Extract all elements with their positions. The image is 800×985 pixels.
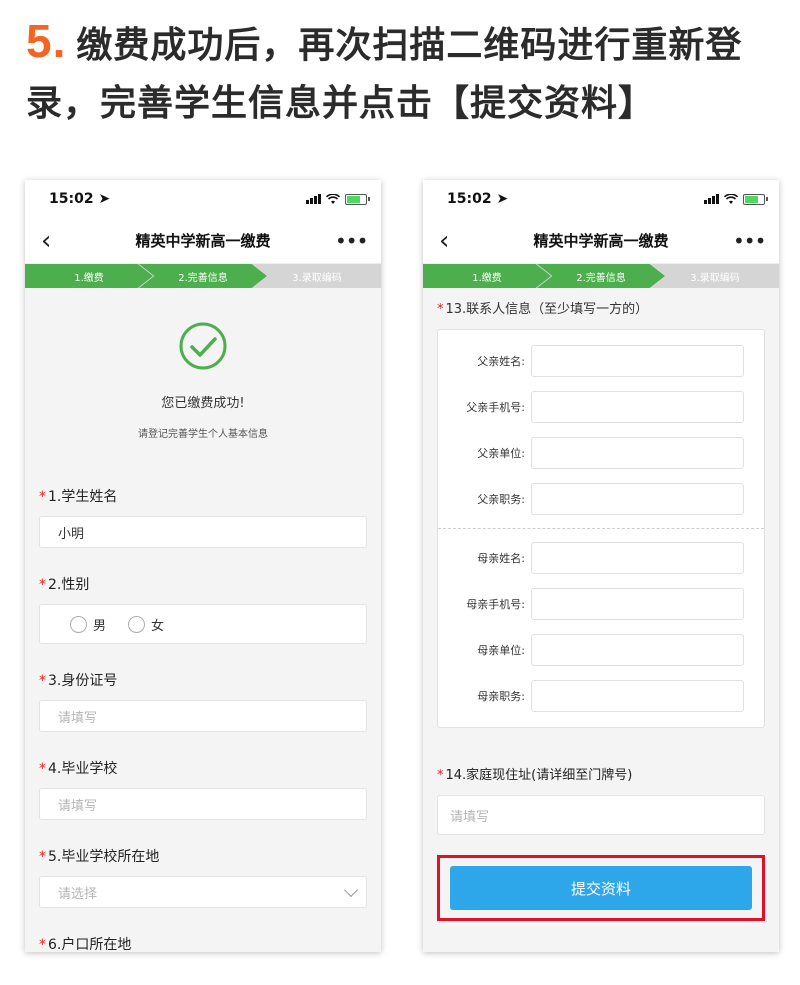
status-icons [306,193,370,205]
phone-screenshot-left: 15:02 ➤ ‹ 精英中学新高一缴费 ••• 1.缴费 2.完善信息 3.录取… [25,180,381,952]
required-asterisk: * [39,673,46,689]
required-asterisk: * [39,849,46,865]
field-label: 1.学生姓名 [48,489,118,505]
mother-name-input[interactable] [531,542,744,574]
instruction-text: 缴费成功后，再次扫描二维码进行重新登录，完善学生信息并点击【提交资料】 [26,25,743,124]
gender-radio-group: 男 女 [39,604,367,644]
step-complete-info: 2.完善信息 [537,264,665,288]
page-title: 精英中学新高一缴费 [533,232,669,250]
required-asterisk: * [39,761,46,777]
home-address-input[interactable]: 请填写 [437,795,765,835]
field-label: 3.身份证号 [48,673,118,689]
location-arrow-icon: ➤ [98,191,111,207]
field-label: 4.毕业学校 [48,761,118,777]
wifi-icon [326,193,340,204]
father-employer-input[interactable] [531,437,744,469]
submit-button[interactable]: 提交资料 [450,866,752,910]
status-bar: 15:02 ➤ [25,180,381,218]
step-pay: 1.缴费 [25,264,153,288]
wifi-icon [724,193,738,204]
phone-screenshot-right: 15:02 ➤ ‹ 精英中学新高一缴费 ••• 1.缴费 2.完善信息 3.录取… [423,180,779,952]
step-complete-info: 2.完善信息 [139,264,267,288]
required-asterisk: * [39,577,46,593]
father-position-row: 父亲职务: [452,476,744,522]
dashed-divider [438,528,764,529]
field-gender: * 2.性别 男 女 [39,574,367,644]
check-circle-icon [179,322,227,370]
radio-circle-icon [70,615,87,633]
father-position-input[interactable] [531,483,744,515]
page-title: 精英中学新高一缴费 [135,232,271,250]
required-asterisk: * [39,937,46,952]
submit-highlight-box: 提交资料 [437,855,765,921]
success-subtitle: 请登记完善学生个人基本信息 [138,429,268,440]
nav-bar: ‹ 精英中学新高一缴费 ••• [25,218,381,264]
step-number: 5. [26,15,67,67]
required-asterisk: * [39,489,46,505]
nav-bar: ‹ 精英中学新高一缴费 ••• [423,218,779,264]
field-label: 2.性别 [48,577,90,593]
contact-info-question: * 13.联系人信息（至少填写一方的） [437,298,765,317]
mother-phone-input[interactable] [531,588,744,620]
mother-phone-row: 母亲手机号: [452,581,744,627]
mother-employer-row: 母亲单位: [452,627,744,673]
progress-steps: 1.缴费 2.完善信息 3.录取编码 [25,264,381,288]
signal-icon [306,194,321,204]
mother-position-row: 母亲职务: [452,673,744,719]
success-title: 您已缴费成功! [161,396,245,411]
status-time: 15:02 ➤ [49,191,111,207]
home-address-question: * 14.家庭现住址(请详细至门牌号) [437,764,765,783]
father-name-input[interactable] [531,345,744,377]
gender-female-radio[interactable]: 女 [128,615,164,634]
status-time: 15:02 ➤ [447,191,509,207]
payment-success-box: 您已缴费成功! 请登记完善学生个人基本信息 [39,288,367,440]
more-dots-icon[interactable]: ••• [733,231,766,251]
chevron-left-icon[interactable]: ‹ [41,228,71,254]
status-bar: 15:02 ➤ [423,180,779,218]
father-phone-input[interactable] [531,391,744,423]
status-icons [704,193,768,205]
chevron-left-icon[interactable]: ‹ [439,228,469,254]
more-dots-icon[interactable]: ••• [335,231,368,251]
mother-name-row: 母亲姓名: [452,535,744,581]
father-name-row: 父亲姓名: [452,338,744,384]
instruction-headline: 5. 缴费成功后，再次扫描二维码进行重新登录，完善学生信息并点击【提交资料】 [26,12,786,133]
student-name-input[interactable]: 小明 [39,516,367,548]
field-label: 5.毕业学校所在地 [48,849,160,865]
signal-icon [704,194,719,204]
required-asterisk: * [437,768,444,783]
chevron-down-icon [343,882,359,898]
progress-steps: 1.缴费 2.完善信息 3.录取编码 [423,264,779,288]
field-label: 13.联系人信息（至少填写一方的） [445,302,649,317]
field-id-number: * 3.身份证号 请填写 [39,670,367,732]
battery-icon [345,193,370,205]
field-label: 14.家庭现住址(请详细至门牌号) [445,768,633,783]
field-graduate-school: * 4.毕业学校 请填写 [39,758,367,820]
father-phone-row: 父亲手机号: [452,384,744,430]
graduate-school-input[interactable]: 请填写 [39,788,367,820]
step-admission-code: 3.录取编码 [253,264,381,288]
step-admission-code: 3.录取编码 [651,264,779,288]
id-number-input[interactable]: 请填写 [39,700,367,732]
school-location-select[interactable]: 请选择 [39,876,367,908]
field-label: 6.户口所在地 [48,937,132,952]
contact-info-box: 父亲姓名: 父亲手机号: 父亲单位: 父亲职务: 母亲姓名: 母亲手机号: 母亲… [437,329,765,728]
gender-male-radio[interactable]: 男 [70,615,106,634]
field-hukou-location: * 6.户口所在地 [39,934,367,952]
field-school-location: * 5.毕业学校所在地 请选择 [39,846,367,908]
battery-icon [743,193,768,205]
father-employer-row: 父亲单位: [452,430,744,476]
step-pay: 1.缴费 [423,264,551,288]
location-arrow-icon: ➤ [496,191,509,207]
mother-position-input[interactable] [531,680,744,712]
field-student-name: * 1.学生姓名 小明 [39,486,367,548]
mother-employer-input[interactable] [531,634,744,666]
required-asterisk: * [437,302,444,317]
radio-circle-icon [128,615,146,633]
